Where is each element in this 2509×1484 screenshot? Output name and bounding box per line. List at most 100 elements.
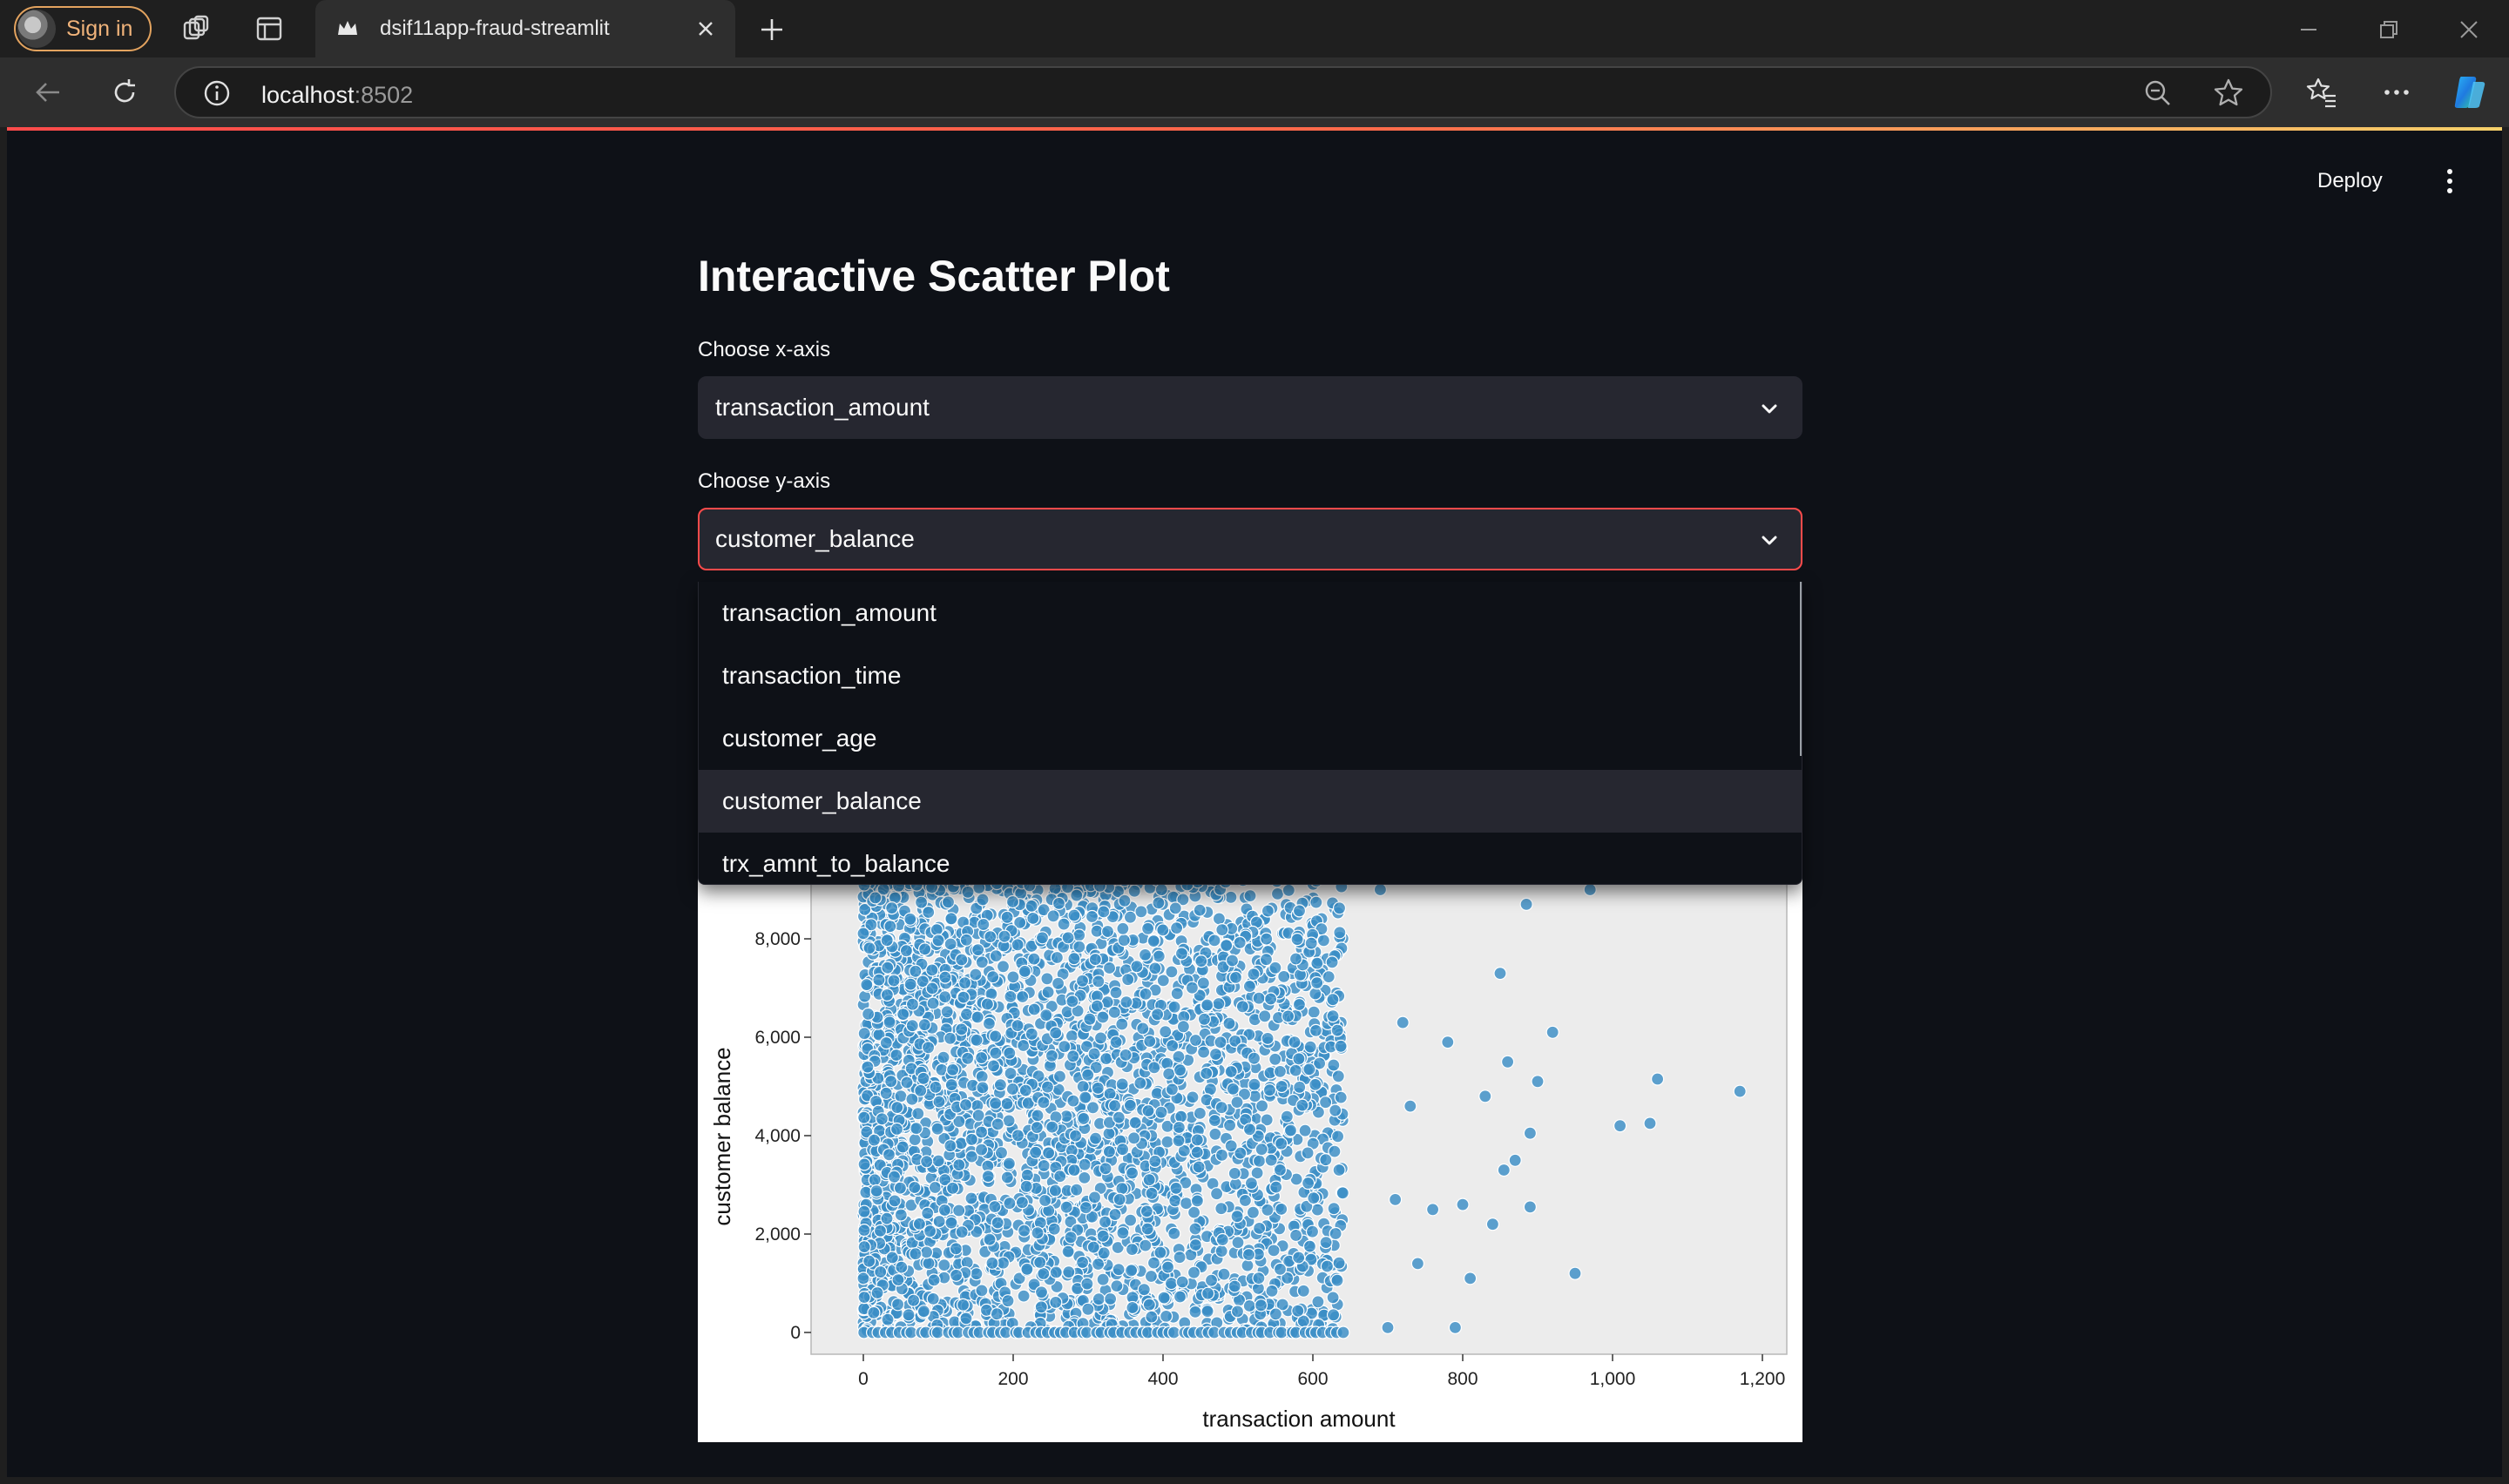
scatter-point — [1226, 1082, 1240, 1096]
y-axis-select[interactable]: customer_balance — [698, 508, 1802, 570]
scatter-point — [970, 1010, 984, 1024]
page-title: Interactive Scatter Plot — [698, 252, 1170, 300]
scatter-point — [1000, 1170, 1014, 1184]
scatter-point — [1145, 1186, 1159, 1200]
dropdown-option-customer-age[interactable]: customer_age — [699, 707, 1802, 770]
new-tab-icon[interactable] — [753, 10, 791, 49]
scatter-point — [903, 912, 917, 926]
dropdown-option-customer-balance[interactable]: customer_balance — [699, 770, 1802, 833]
scatter-point — [1103, 1087, 1117, 1101]
minimize-icon[interactable] — [2289, 10, 2328, 49]
scatter-point — [1004, 989, 1018, 1003]
scatter-point — [1330, 1273, 1344, 1287]
scatter-point — [964, 1132, 978, 1146]
scatter-point — [1126, 1300, 1140, 1315]
scatter-point — [1254, 1298, 1268, 1312]
scatter-point — [896, 1008, 910, 1022]
scatter-point — [1089, 1131, 1103, 1145]
copilot-icon[interactable] — [2450, 72, 2490, 112]
address-bar[interactable]: localhost:8502 — [174, 66, 2272, 118]
scatter-point — [927, 1273, 941, 1287]
scatter-point — [1018, 1224, 1031, 1238]
scatter-point — [894, 1089, 908, 1103]
restore-icon[interactable] — [2370, 10, 2408, 49]
scatter-point — [1141, 1103, 1155, 1118]
scatter-point — [1215, 922, 1229, 937]
scatter-point — [1137, 1283, 1151, 1297]
scatter-point — [1029, 1145, 1043, 1159]
scatter-point — [881, 961, 895, 975]
dropdown-option-transaction-time[interactable]: transaction_time — [699, 644, 1802, 707]
scatter-point — [1052, 896, 1066, 911]
deploy-button[interactable]: Deploy — [2317, 169, 2383, 193]
scatter-point — [1123, 910, 1137, 924]
workspaces-icon[interactable] — [176, 9, 216, 49]
scatter-point — [1066, 1049, 1080, 1063]
scatter-point — [1097, 905, 1111, 919]
scatter-point — [1225, 954, 1240, 968]
reload-icon[interactable] — [105, 72, 145, 112]
scatter-point — [1259, 953, 1274, 967]
scatter-point — [903, 977, 917, 991]
scatter-point — [1326, 1291, 1340, 1305]
back-arrow-icon[interactable] — [28, 72, 68, 112]
scatter-point — [1096, 1229, 1110, 1243]
profile-sign-in-button[interactable]: Sign in — [14, 6, 152, 51]
scatter-point — [1067, 952, 1081, 966]
scatter-outlier-point — [1410, 1257, 1425, 1271]
zoom-out-icon[interactable] — [2143, 78, 2173, 112]
scatter-point — [932, 1095, 946, 1109]
scatter-point — [888, 1194, 902, 1208]
scatter-point — [909, 964, 923, 978]
tab-close-icon[interactable] — [688, 11, 723, 46]
scatter-point — [1086, 1240, 1100, 1254]
more-options-icon[interactable] — [2377, 72, 2417, 112]
scatter-outlier-point — [1643, 1116, 1657, 1130]
dropdown-option-transaction-amount[interactable]: transaction_amount — [699, 582, 1802, 644]
scatter-point — [989, 1096, 1003, 1110]
scatter-outlier-point — [1441, 1035, 1455, 1049]
x-axis-select[interactable]: transaction_amount — [698, 376, 1802, 439]
scatter-point — [1038, 1193, 1052, 1208]
scatter-point — [905, 1019, 919, 1033]
scatter-outlier-point — [1396, 1015, 1410, 1029]
dropdown-scrollbar[interactable] — [1800, 582, 1802, 756]
window-bottom-edge — [0, 1477, 2509, 1484]
scatter-point — [1102, 1127, 1116, 1141]
scatter-point — [868, 1173, 882, 1187]
browser-tab[interactable]: dsif11app-fraud-streamlit — [315, 0, 735, 57]
scatter-point — [1192, 1160, 1206, 1174]
scatter-point — [1025, 1027, 1038, 1041]
scatter-point — [937, 1203, 951, 1218]
scatter-point — [1168, 901, 1182, 915]
vertical-tabs-icon[interactable] — [249, 9, 289, 49]
scatter-point — [1170, 987, 1184, 1001]
scatter-point — [944, 1078, 958, 1092]
site-info-icon[interactable] — [202, 78, 232, 112]
dropdown-option-trx-amnt-to-balance[interactable]: trx_amnt_to_balance — [699, 833, 1802, 895]
scatter-point — [1336, 1325, 1350, 1339]
main-menu-icon[interactable] — [2432, 162, 2467, 200]
scatter-point — [1247, 967, 1261, 981]
scatter-point — [996, 960, 1011, 974]
scatter-point — [1231, 1236, 1245, 1250]
scatter-point — [857, 1224, 871, 1238]
scatter-outlier-point — [1545, 1025, 1559, 1039]
scatter-point — [1130, 960, 1144, 974]
scatter-point — [1035, 931, 1050, 945]
scatter-outlier-point — [1650, 1072, 1665, 1086]
scatter-point — [1329, 1103, 1342, 1117]
scatter-point — [895, 1260, 909, 1274]
x-tick-label: 800 — [1447, 1369, 1478, 1389]
close-window-icon[interactable] — [2450, 10, 2488, 49]
scatter-point — [1318, 1096, 1333, 1110]
scatter-point — [1110, 1279, 1124, 1293]
favorite-star-icon[interactable] — [2213, 78, 2244, 113]
scatter-point — [1247, 1051, 1261, 1065]
scatter-point — [1319, 1153, 1333, 1167]
scatter-point — [1020, 1168, 1034, 1182]
scatter-point — [1295, 1098, 1309, 1112]
scatter-point — [1004, 1066, 1018, 1081]
scatter-outlier-point — [1381, 1320, 1395, 1335]
favorites-list-icon[interactable] — [2302, 72, 2342, 112]
